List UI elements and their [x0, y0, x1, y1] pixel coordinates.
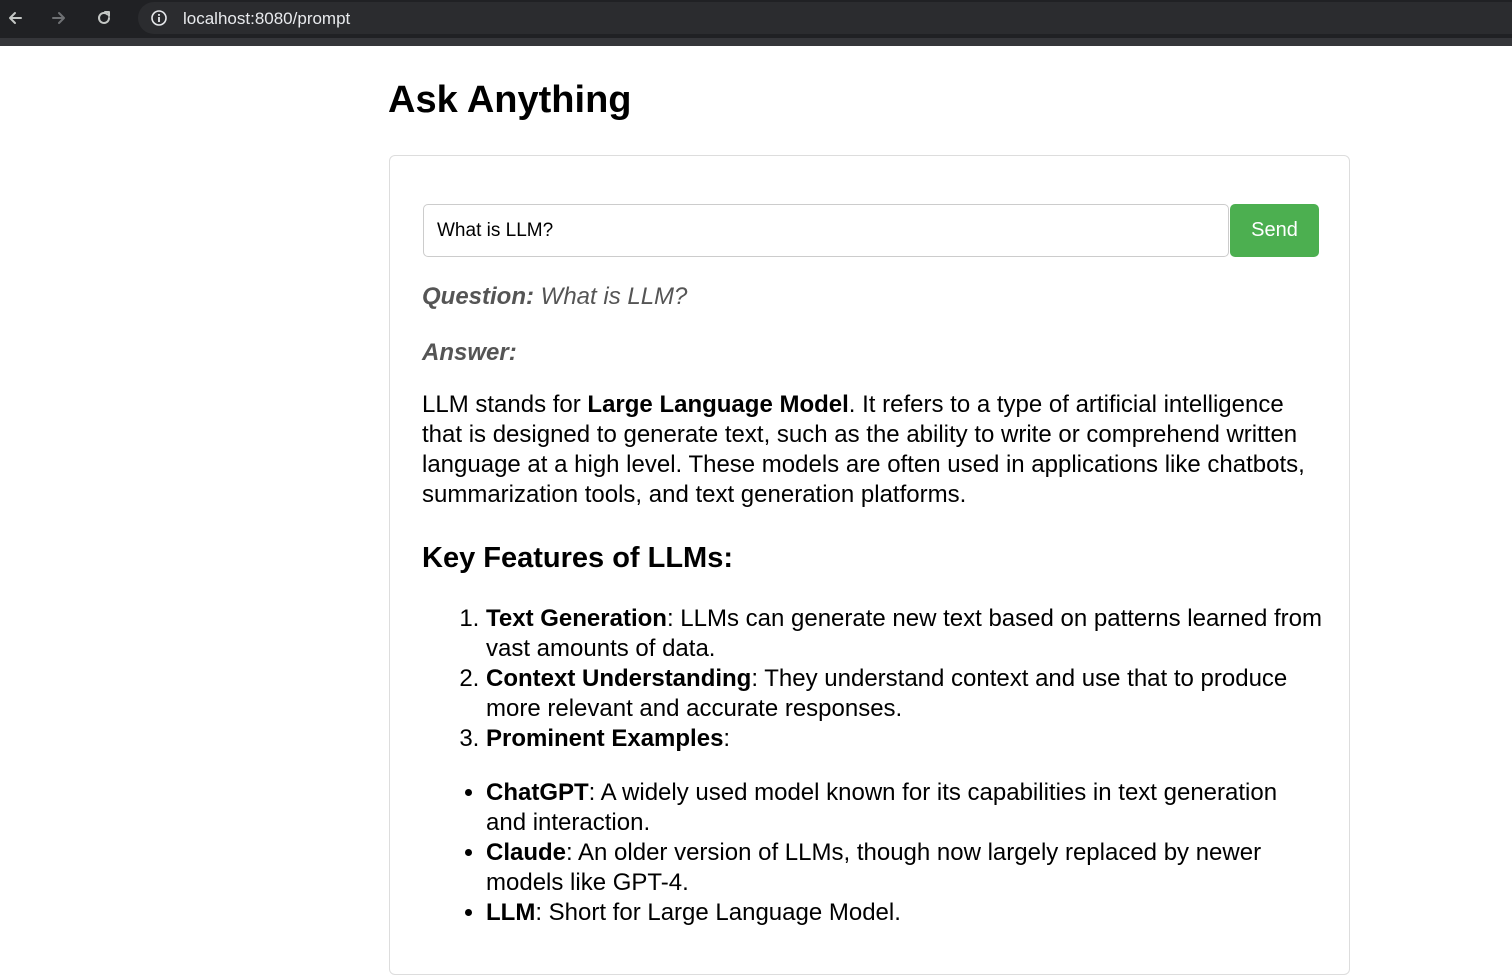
answer-label: Answer:	[422, 339, 517, 366]
feature-desc: :	[723, 725, 731, 752]
arrow-right-icon	[52, 12, 65, 24]
feature-term: Prominent Examples	[486, 725, 724, 752]
browser-toolbar: localhost:8080/prompt	[0, 0, 1512, 38]
example-desc: : An older version of LLMs, though now l…	[486, 839, 1262, 896]
forward-button[interactable]	[46, 6, 72, 30]
example-term: ChatGPT	[486, 779, 589, 806]
reload-icon	[98, 11, 110, 24]
page-title: Ask Anything	[388, 79, 632, 121]
chat-card: Send Question: What is LLM? Answer: LLM …	[389, 155, 1350, 975]
feature-term: Text Generation	[486, 605, 667, 632]
example-item: ChatGPT: A widely used model known for i…	[486, 778, 1322, 838]
example-term: Claude	[486, 839, 567, 866]
intro-bold-term: Large Language Model	[587, 391, 849, 418]
example-desc: : Short for Large Language Model.	[535, 899, 901, 926]
send-button[interactable]: Send	[1230, 204, 1319, 257]
feature-term: Context Understanding	[486, 665, 752, 692]
example-item: Claude: An older version of LLMs, though…	[486, 838, 1322, 898]
url-text: localhost:8080/prompt	[183, 9, 351, 28]
back-button[interactable]	[2, 6, 28, 30]
question-text: What is LLM?	[540, 283, 688, 310]
answer-intro: LLM stands for Large Language Model. It …	[422, 390, 1317, 510]
response-area: Question: What is LLM? Answer: LLM stand…	[422, 279, 1322, 928]
toolbar-divider	[0, 38, 1512, 46]
answer-line: Answer:	[422, 335, 1322, 371]
arrow-left-icon	[9, 12, 22, 24]
question-line: Question: What is LLM?	[422, 279, 1322, 315]
features-heading: Key Features of LLMs:	[422, 542, 733, 574]
feature-item: Context Understanding: They understand c…	[486, 664, 1322, 724]
prompt-input[interactable]	[423, 204, 1229, 257]
address-bar[interactable]: localhost:8080/prompt	[138, 2, 1512, 34]
feature-item: Prominent Examples:	[486, 724, 1322, 754]
example-desc: : A widely used model known for its capa…	[486, 779, 1278, 836]
question-label: Question:	[422, 283, 534, 310]
example-term: LLM	[486, 899, 536, 926]
reload-button[interactable]	[91, 6, 117, 30]
intro-text-start: LLM stands for	[422, 391, 588, 418]
info-icon[interactable]	[150, 9, 168, 27]
feature-item: Text Generation: LLMs can generate new t…	[486, 604, 1322, 664]
examples-list: ChatGPT: A widely used model known for i…	[422, 778, 1322, 928]
features-list: Text Generation: LLMs can generate new t…	[422, 604, 1322, 754]
example-item: LLM: Short for Large Language Model.	[486, 898, 1322, 928]
